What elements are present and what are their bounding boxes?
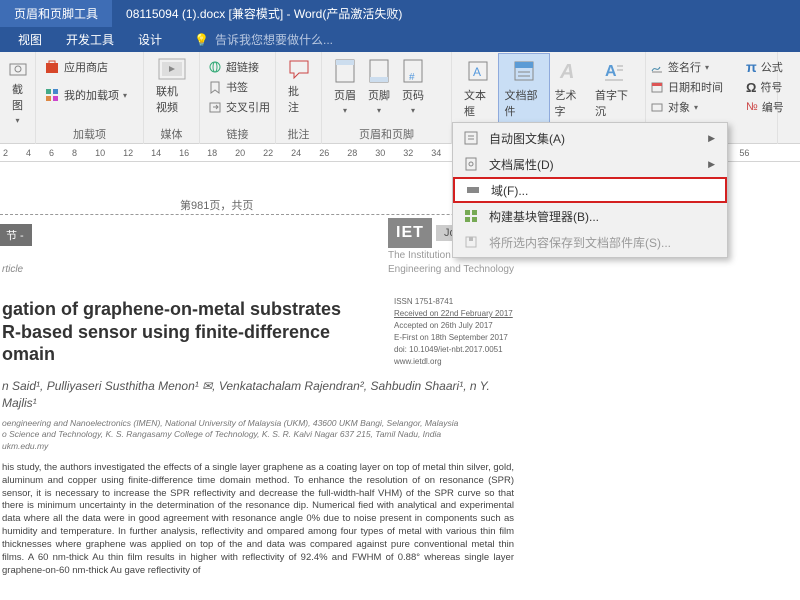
number-button[interactable]: №编号 bbox=[744, 98, 771, 116]
signature-icon bbox=[650, 60, 664, 74]
wordart-button[interactable]: A艺术字▾ bbox=[549, 54, 590, 131]
header-button[interactable]: 页眉▾ bbox=[328, 54, 362, 115]
link-icon bbox=[208, 60, 222, 74]
hyperlink-button[interactable]: 超链接 bbox=[206, 58, 269, 76]
screenshot-button[interactable]: 截图 ▾ bbox=[6, 54, 29, 125]
group-label-media: 媒体 bbox=[144, 126, 199, 142]
tab-strip: 视图 开发工具 设计 💡 告诉我您想要做什么... bbox=[0, 27, 800, 52]
group-label-addins: 加载项 bbox=[36, 126, 143, 142]
tab-view[interactable]: 视图 bbox=[6, 27, 54, 52]
wordart-icon: A bbox=[558, 58, 580, 84]
title-bar: 页眉和页脚工具 08115094 (1).docx [兼容模式] - Word(… bbox=[0, 0, 800, 27]
field-icon bbox=[465, 182, 481, 198]
field-item[interactable]: 域(F)... bbox=[453, 177, 727, 203]
bbm-icon bbox=[463, 208, 479, 224]
calendar-icon bbox=[650, 80, 664, 94]
comment-icon bbox=[287, 58, 311, 80]
svg-text:A: A bbox=[559, 61, 574, 83]
paper-title: gation of graphene-on-metal substrates R… bbox=[2, 298, 394, 366]
object-button[interactable]: 对象▾ bbox=[648, 98, 738, 116]
comment-button[interactable]: 批注 bbox=[282, 54, 315, 115]
affiliations: oengineering and Nanoelectronics (IMEN),… bbox=[2, 418, 514, 452]
footer-button[interactable]: 页脚▾ bbox=[362, 54, 396, 115]
app-store-button[interactable]: 应用商店 bbox=[42, 58, 137, 76]
video-icon bbox=[158, 58, 186, 80]
tell-me-search[interactable]: 💡 告诉我您想要做什么... bbox=[194, 31, 333, 48]
dropcap-button[interactable]: A首字下沉▾ bbox=[589, 54, 639, 131]
lightbulb-icon: 💡 bbox=[194, 33, 209, 47]
footer-icon bbox=[368, 58, 390, 84]
page-header-text: 第981页，共页 bbox=[180, 197, 253, 213]
group-header-footer: 页眉▾ 页脚▾ #页码▾ 页眉和页脚 bbox=[322, 52, 452, 144]
store-icon bbox=[44, 59, 60, 75]
ribbon: 截图 ▾ 应用商店 我的加载项 ▾ 加载项 联机视频 媒体 超链接 书签 bbox=[0, 52, 800, 144]
group-media: 联机视频 媒体 bbox=[144, 52, 200, 144]
tab-developer[interactable]: 开发工具 bbox=[54, 27, 126, 52]
document-title: 08115094 (1).docx [兼容模式] - Word(产品激活失败) bbox=[126, 5, 402, 22]
building-blocks-item[interactable]: 构建基块管理器(B)... bbox=[453, 203, 727, 229]
pi-icon: π bbox=[746, 59, 757, 75]
my-addins-button[interactable]: 我的加载项 ▾ bbox=[42, 86, 137, 104]
omega-icon: Ω bbox=[746, 80, 756, 95]
addins-icon bbox=[44, 87, 60, 103]
online-video-button[interactable]: 联机视频 bbox=[150, 54, 193, 115]
pagenum-icon: # bbox=[402, 58, 424, 84]
page-number-button[interactable]: #页码▾ bbox=[396, 54, 430, 115]
number-icon: № bbox=[746, 101, 758, 113]
iet-subtitle-2: Engineering and Technology bbox=[388, 264, 514, 276]
bookmark-icon bbox=[208, 80, 222, 94]
abstract: his study, the authors investigated the … bbox=[2, 462, 514, 577]
iet-logo-icon: IET bbox=[388, 218, 432, 248]
group-screenshot: 截图 ▾ bbox=[0, 52, 36, 144]
contextual-tab: 页眉和页脚工具 bbox=[0, 0, 112, 27]
cross-reference-button[interactable]: 交叉引用 bbox=[206, 98, 269, 116]
group-label-comments: 批注 bbox=[276, 126, 321, 142]
group-text: A文本框▾ 文档部件▾ A艺术字▾ A首字下沉▾ 签名行▾ 日期和时间 对象▾ … bbox=[452, 52, 646, 144]
group-label-links: 链接 bbox=[200, 126, 275, 142]
save-to-gallery-item: 将所选内容保存到文档部件库(S)... bbox=[453, 229, 727, 255]
group-symbols: π公式 Ω符号 №编号 bbox=[738, 52, 778, 144]
object-icon bbox=[650, 100, 664, 114]
section-indicator: 节 - bbox=[0, 224, 32, 246]
dropcap-icon: A bbox=[603, 58, 625, 84]
group-addins: 应用商店 我的加载项 ▾ 加载项 bbox=[36, 52, 144, 144]
article-type: rticle bbox=[2, 264, 23, 275]
parts-icon bbox=[513, 58, 535, 84]
equation-button[interactable]: π公式 bbox=[744, 58, 771, 76]
autotext-item[interactable]: 自动图文集(A)▶ bbox=[453, 125, 727, 151]
symbol-button[interactable]: Ω符号 bbox=[744, 78, 771, 96]
autotext-icon bbox=[463, 130, 479, 146]
save-gallery-icon bbox=[463, 234, 479, 250]
camera-icon bbox=[8, 58, 28, 78]
group-comments: 批注 批注 bbox=[276, 52, 322, 144]
textbox-button[interactable]: A文本框▾ bbox=[458, 54, 499, 131]
group-links: 超链接 书签 交叉引用 链接 bbox=[200, 52, 276, 144]
xref-icon bbox=[208, 100, 222, 114]
docprop-icon bbox=[463, 156, 479, 172]
group-label-hf: 页眉和页脚 bbox=[322, 126, 451, 142]
tab-design[interactable]: 设计 bbox=[126, 27, 174, 52]
signature-line-button[interactable]: 签名行▾ bbox=[648, 58, 738, 76]
quick-parts-dropdown: 自动图文集(A)▶ 文档属性(D)▶ 域(F)... 构建基块管理器(B)...… bbox=[452, 122, 728, 258]
svg-text:A: A bbox=[605, 63, 617, 80]
bookmark-button[interactable]: 书签 bbox=[206, 78, 269, 96]
svg-text:A: A bbox=[473, 65, 481, 79]
paper-metadata: ISSN 1751-8741 Received on 22nd February… bbox=[394, 296, 514, 368]
tell-me-placeholder: 告诉我您想要做什么... bbox=[215, 31, 333, 48]
date-time-button[interactable]: 日期和时间 bbox=[648, 78, 738, 96]
header-icon bbox=[334, 58, 356, 84]
textbox-icon: A bbox=[467, 58, 489, 84]
authors: n Said¹, Pulliyaseri Susthitha Menon¹ ✉,… bbox=[2, 378, 514, 412]
doc-property-item[interactable]: 文档属性(D)▶ bbox=[453, 151, 727, 177]
quick-parts-button[interactable]: 文档部件▾ bbox=[498, 53, 550, 132]
svg-text:#: # bbox=[409, 72, 415, 83]
